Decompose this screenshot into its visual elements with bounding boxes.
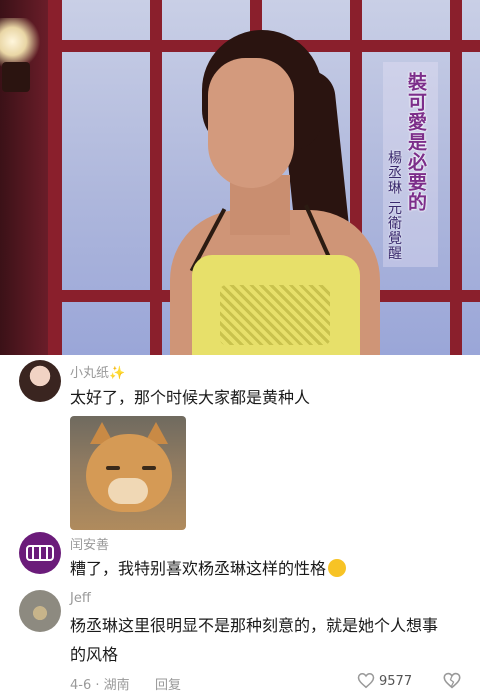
comment-text-line2: 的风格 xyxy=(70,645,119,664)
comment-username[interactable]: 闰安善 xyxy=(70,534,109,553)
comment-text: 糟了，我特别喜欢杨丞琳这样的性格 xyxy=(70,559,327,578)
like-heart-icon[interactable] xyxy=(357,672,375,689)
avatar[interactable] xyxy=(19,360,61,402)
reply-button[interactable]: 回复 xyxy=(155,674,181,693)
avatar[interactable] xyxy=(19,590,61,632)
face xyxy=(208,58,294,188)
comment-text-wrap: 糟了，我特别喜欢杨丞琳这样的性格 xyxy=(70,554,347,583)
dislike-heart-icon[interactable] xyxy=(442,672,462,689)
video-caption-main: 裝可愛是必要的 xyxy=(405,72,427,212)
top-print xyxy=(220,285,330,345)
avatar[interactable] xyxy=(19,532,61,574)
person-figure xyxy=(150,30,400,355)
cat-eye xyxy=(142,466,156,470)
smile-emoji-icon xyxy=(328,559,347,577)
comment-username[interactable]: 小丸纸✨ xyxy=(70,362,125,381)
cat-eye xyxy=(106,466,120,470)
comment-text: 太好了，那个时候大家都是黄种人 xyxy=(70,388,311,407)
video-caption-sub: 楊丞琳 元衛覺醒 xyxy=(386,150,402,261)
cat-muzzle xyxy=(108,478,148,504)
comment-meta: 4-6 · 湖南 xyxy=(70,678,130,693)
like-count: 9577 xyxy=(379,674,413,689)
comment-text-line1: 杨丞琳这里很明显不是那种刻意的，就是她个人想事 xyxy=(70,616,439,635)
video-frame[interactable]: 裝可愛是必要的 楊丞琳 元衛覺醒 xyxy=(0,0,480,355)
avatar-logo-icon xyxy=(26,545,54,561)
comment-item: 闰安善 糟了，我特别喜欢杨丞琳这样的性格 xyxy=(0,530,480,590)
lamp-base xyxy=(2,62,30,92)
comment-username[interactable]: Jeff xyxy=(70,591,91,606)
cat-meme-image[interactable] xyxy=(70,416,186,530)
